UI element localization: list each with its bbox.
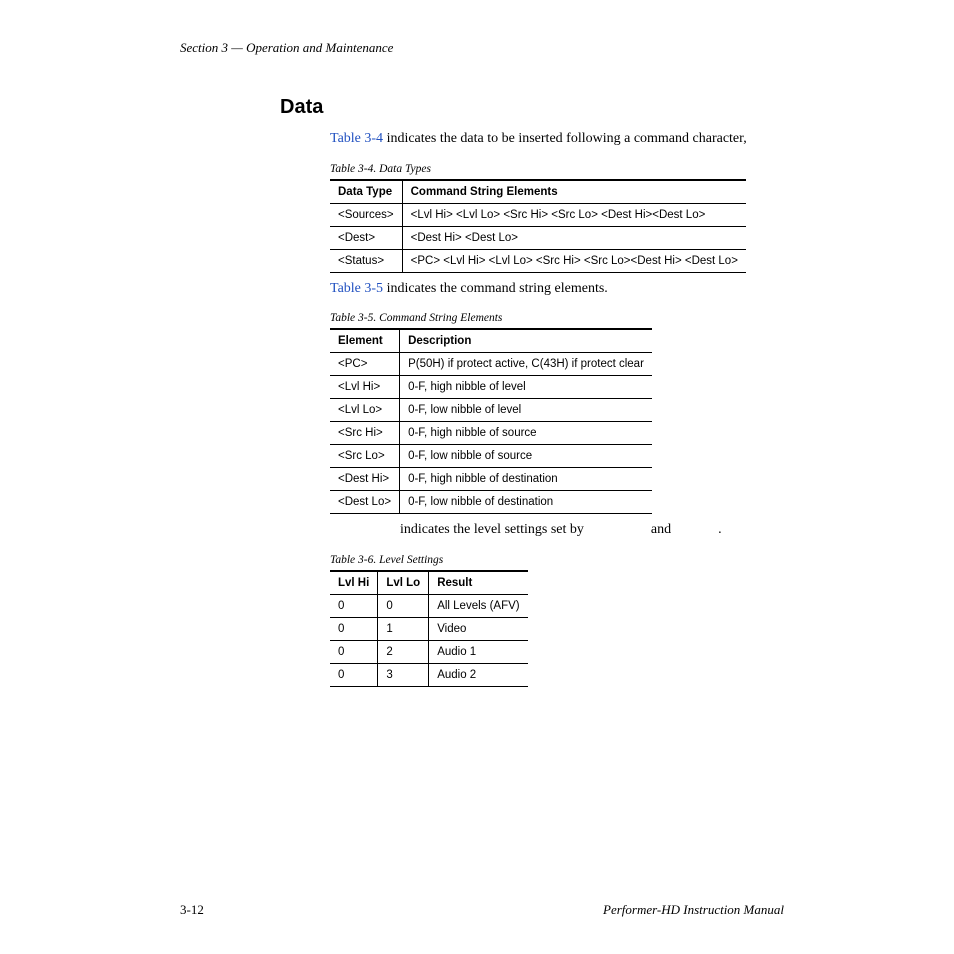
cell: 0 — [330, 640, 378, 663]
cell: 1 — [378, 617, 429, 640]
page-number: 3-12 — [180, 902, 204, 918]
table-row: <Dest Hi>0-F, high nibble of destination — [330, 468, 652, 491]
table-3-4-link[interactable]: Table 3-4 — [330, 131, 383, 146]
page-footer: 3-12 Performer-HD Instruction Manual — [180, 902, 784, 918]
table-header: Command String Elements — [402, 180, 746, 204]
table-header: Lvl Hi — [330, 571, 378, 595]
table-row: <Sources> <Lvl Hi> <Lvl Lo> <Src Hi> <Sr… — [330, 203, 746, 226]
table-row: 02Audio 1 — [330, 640, 528, 663]
cell: <Dest Lo> — [330, 491, 400, 514]
table-row: <Dest Lo>0-F, low nibble of destination — [330, 491, 652, 514]
table-3-5-caption: Table 3-5. Command String Elements — [330, 312, 784, 324]
cell: Video — [429, 617, 528, 640]
table-header: Data Type — [330, 180, 402, 204]
table-3-6-caption: Table 3-6. Level Settings — [330, 554, 784, 566]
level-paragraph: indicates the level settings set by and … — [400, 520, 784, 540]
cell: <Sources> — [330, 203, 402, 226]
cell: 0-F, low nibble of source — [400, 445, 652, 468]
table-row: <Status> <PC> <Lvl Hi> <Lvl Lo> <Src Hi>… — [330, 249, 746, 272]
cell: <PC> — [330, 353, 400, 376]
cell: Audio 2 — [429, 663, 528, 686]
cell: <Src Hi> — [330, 422, 400, 445]
table-header: Description — [400, 329, 652, 353]
cell: 0-F, high nibble of source — [400, 422, 652, 445]
cell: 2 — [378, 640, 429, 663]
mid-text: indicates the command string elements. — [383, 281, 608, 296]
table-header: Result — [429, 571, 528, 595]
doc-title: Performer-HD Instruction Manual — [603, 902, 784, 918]
cell: <Dest Hi> <Dest Lo> — [402, 226, 746, 249]
table-3-5-link[interactable]: Table 3-5 — [330, 281, 383, 296]
table-header: Element — [330, 329, 400, 353]
table-row: <Src Hi>0-F, high nibble of source — [330, 422, 652, 445]
cell: 3 — [378, 663, 429, 686]
table-header: Lvl Lo — [378, 571, 429, 595]
level-text-3: . — [718, 522, 722, 537]
cell: 0-F, high nibble of level — [400, 376, 652, 399]
table-3-5: Element Description <PC>P(50H) if protec… — [330, 328, 652, 514]
table-row: <Lvl Hi>0-F, high nibble of level — [330, 376, 652, 399]
table-row: 03Audio 2 — [330, 663, 528, 686]
cell: 0-F, high nibble of destination — [400, 468, 652, 491]
cell: 0-F, low nibble of destination — [400, 491, 652, 514]
cell: <Lvl Hi> <Lvl Lo> <Src Hi> <Src Lo> <Des… — [402, 203, 746, 226]
table-3-4-caption: Table 3-4. Data Types — [330, 163, 784, 175]
cell: P(50H) if protect active, C(43H) if prot… — [400, 353, 652, 376]
cell: All Levels (AFV) — [429, 594, 528, 617]
cell: <Dest Hi> — [330, 468, 400, 491]
section-heading: Data — [280, 96, 784, 119]
table-row: 00All Levels (AFV) — [330, 594, 528, 617]
cell: 0 — [330, 594, 378, 617]
cell: <Src Lo> — [330, 445, 400, 468]
cell: <Dest> — [330, 226, 402, 249]
table-row: <Lvl Lo>0-F, low nibble of level — [330, 399, 652, 422]
cell: Audio 1 — [429, 640, 528, 663]
cell: <Lvl Hi> — [330, 376, 400, 399]
intro-text: indicates the data to be inserted follow… — [383, 131, 747, 146]
cell: <PC> <Lvl Hi> <Lvl Lo> <Src Hi> <Src Lo>… — [402, 249, 746, 272]
cell: 0 — [378, 594, 429, 617]
level-text-2: and — [651, 522, 675, 537]
table-row: <Src Lo>0-F, low nibble of source — [330, 445, 652, 468]
running-header: Section 3 — Operation and Maintenance — [180, 40, 784, 56]
table-row: 01Video — [330, 617, 528, 640]
level-text-1: indicates the level settings set by — [400, 522, 587, 537]
cell: <Lvl Lo> — [330, 399, 400, 422]
cell: 0 — [330, 617, 378, 640]
table-row: <Dest> <Dest Hi> <Dest Lo> — [330, 226, 746, 249]
cell: <Status> — [330, 249, 402, 272]
table-3-4: Data Type Command String Elements <Sourc… — [330, 179, 746, 273]
cell: 0-F, low nibble of level — [400, 399, 652, 422]
table-3-6: Lvl Hi Lvl Lo Result 00All Levels (AFV) … — [330, 570, 528, 687]
cell: 0 — [330, 663, 378, 686]
mid-paragraph: Table 3-5 indicates the command string e… — [330, 279, 784, 299]
intro-paragraph: Table 3-4 indicates the data to be inser… — [330, 129, 784, 149]
table-row: <PC>P(50H) if protect active, C(43H) if … — [330, 353, 652, 376]
